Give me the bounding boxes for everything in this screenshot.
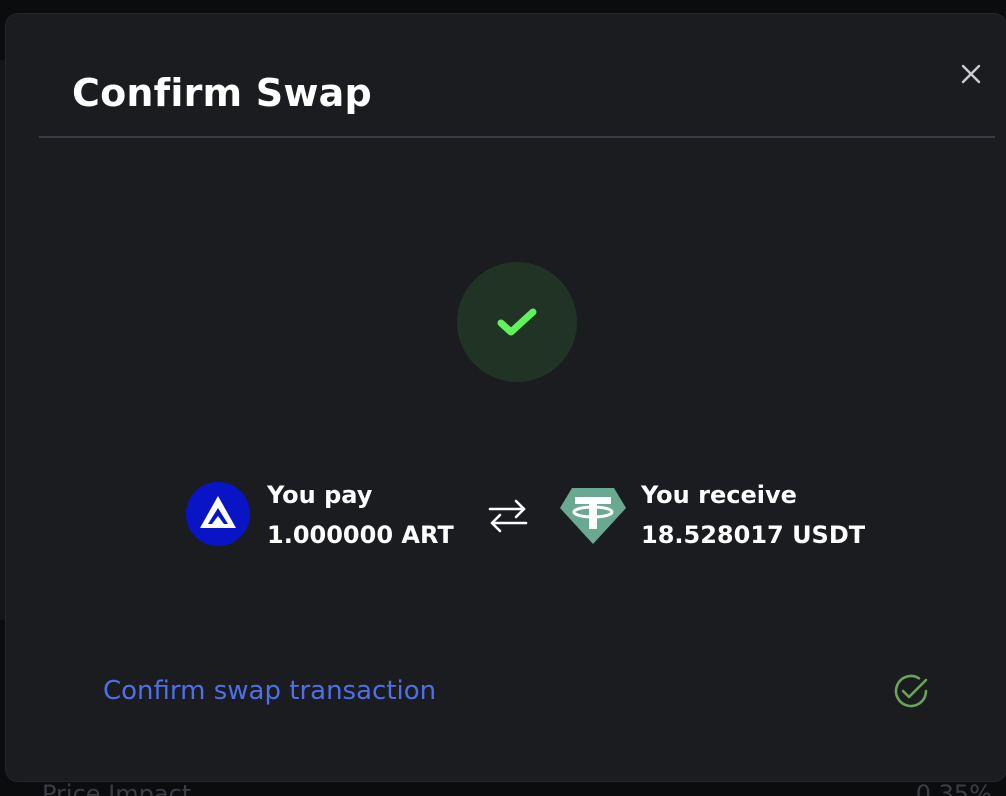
- background-row-label: Price Impact: [42, 780, 192, 796]
- usdt-token-icon: [560, 488, 626, 544]
- confirm-swap-modal: Confirm Swap You pay 1.000000 ART You re…: [6, 14, 1006, 781]
- modal-title: Confirm Swap: [72, 71, 372, 115]
- art-token-icon: [186, 482, 250, 546]
- header-divider: [39, 136, 995, 138]
- background-row-value: 0.35%: [915, 780, 992, 796]
- checkmark-icon: [497, 308, 537, 336]
- pay-label: You pay: [267, 481, 373, 509]
- success-status-badge: [457, 262, 577, 382]
- swap-arrows-icon: [488, 499, 528, 533]
- receive-amount: 18.528017 USDT: [641, 521, 866, 549]
- confirm-swap-transaction-step: Confirm swap transaction: [103, 676, 437, 706]
- receive-label: You receive: [641, 481, 797, 509]
- close-icon: [961, 64, 981, 84]
- close-button[interactable]: [951, 56, 991, 92]
- pay-amount: 1.000000 ART: [267, 521, 454, 549]
- check-circle-icon: [894, 674, 928, 708]
